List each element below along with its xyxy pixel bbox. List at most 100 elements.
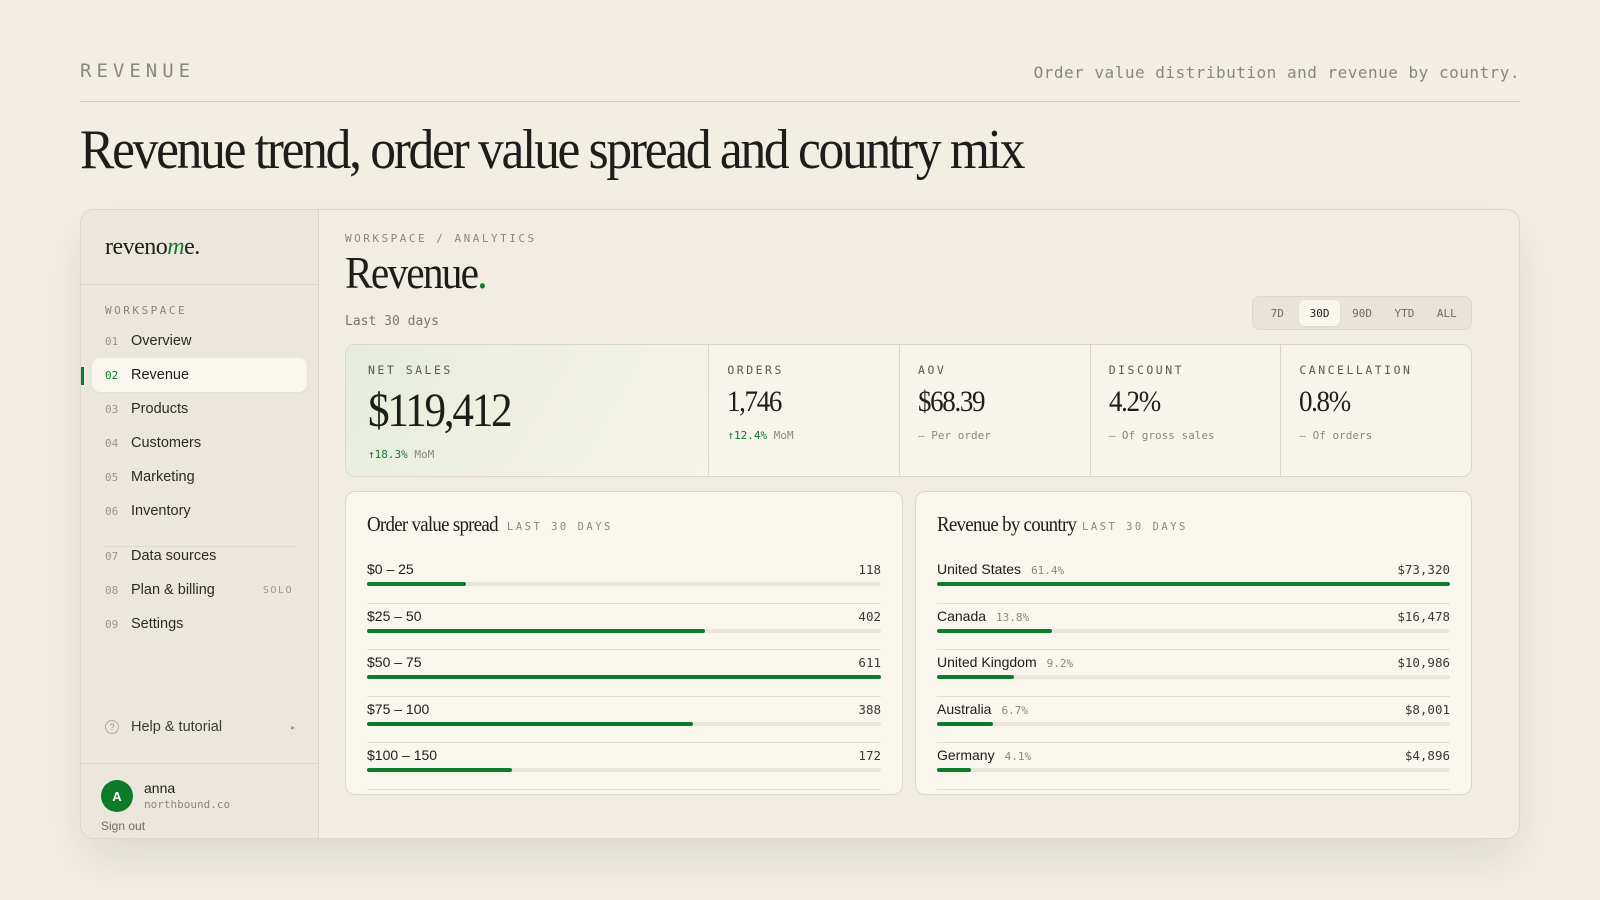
nav-item-label: Plan & billing: [131, 582, 215, 598]
bar-track: [367, 768, 881, 772]
kpi-value: 1,746: [727, 385, 782, 418]
bucket-label: $100 – 150: [367, 747, 438, 763]
country-label: Australia 6.7%: [937, 701, 1028, 717]
nav-item-number: 08: [105, 583, 119, 597]
range-7d-button[interactable]: 7D: [1257, 300, 1297, 326]
bar-track: [937, 768, 1450, 772]
bucket-label: $75 – 100: [367, 700, 430, 717]
kpi-net-sales: NET SALES $119,412 ↑18.3% MoM: [346, 345, 709, 476]
nav-item-label: Data sources: [131, 548, 217, 564]
bucket-count: 402: [858, 608, 881, 624]
nav-item-label: Marketing: [131, 469, 195, 485]
active-nav-indicator: [81, 367, 84, 385]
sidebar-item-plan-billing[interactable]: 08 Plan & billing SOLO: [92, 573, 307, 607]
sidebar-item-inventory[interactable]: 06 Inventory: [92, 494, 307, 528]
bar-fill: [937, 721, 993, 726]
kpi-value: $119,412: [368, 384, 513, 437]
help-tutorial-link[interactable]: ? Help & tutorial ▸: [105, 719, 295, 735]
country-row: Canada 13.8% $16,478: [937, 604, 1450, 650]
app-logo[interactable]: revenome.: [105, 234, 200, 261]
sign-out-link[interactable]: Sign out: [101, 819, 145, 833]
avatar[interactable]: A: [101, 780, 133, 812]
order-value-row: $75 – 100 388: [367, 697, 881, 743]
country-name: Australia: [937, 700, 992, 717]
sidebar-item-marketing[interactable]: 05 Marketing: [92, 460, 307, 494]
card-title: Revenue by country: [937, 512, 1077, 536]
chevron-right-icon: ▸: [290, 722, 295, 732]
nav-item-number: 01: [105, 334, 119, 348]
page-title: Revenue.: [345, 247, 488, 298]
nav-item-number: 02: [105, 368, 119, 382]
country-revenue: $73,320: [1397, 562, 1450, 577]
range-30d-button[interactable]: 30D: [1299, 300, 1340, 326]
bucket-label: $50 – 75: [367, 654, 422, 670]
kpi-note: — Per order: [918, 429, 1090, 442]
bar-track: [937, 582, 1450, 586]
country-row: Australia 6.7% $8,001: [937, 697, 1450, 743]
kpi-cancellation: CANCELLATION 0.8% — Of orders: [1280, 345, 1471, 476]
nav-item-label: Overview: [131, 333, 192, 349]
kpi-delta: ↑12.4%: [727, 429, 768, 442]
country-revenue: $16,478: [1397, 608, 1450, 624]
country-label: Canada 13.8%: [937, 608, 1029, 624]
sidebar-item-revenue[interactable]: 02 Revenue: [92, 358, 307, 392]
bar-fill: [937, 628, 1053, 633]
bar-fill: [937, 768, 972, 772]
country-name: United Kingdom: [937, 654, 1037, 670]
country-row: Germany 4.1% $4,896: [937, 743, 1450, 790]
order-value-row: $0 – 25 118: [367, 557, 881, 604]
breadcrumb: WORKSPACE / ANALYTICS: [345, 232, 537, 245]
header-divider: [80, 101, 1520, 102]
order-value-card: Order value spread LAST 30 DAYS $0 – 25 1…: [345, 491, 903, 795]
country-share: 9.2%: [1046, 657, 1074, 670]
page-headline: Revenue trend, order value spread and co…: [80, 119, 1025, 181]
nav-item-number: 04: [105, 436, 119, 450]
user-name: anna: [144, 780, 176, 796]
app-window: revenome. WORKSPACE 01 Overview 02 Revenue 0…: [80, 209, 1520, 839]
sidebar-item-overview[interactable]: 01 Overview: [92, 324, 307, 358]
kpi-note: ↑18.3% MoM: [368, 448, 708, 461]
help-icon: ?: [105, 720, 119, 734]
sidebar-item-products[interactable]: 03 Products: [92, 392, 307, 426]
sidebar-item-settings[interactable]: 09 Settings: [92, 607, 307, 641]
kpi-note: — Of orders: [1299, 429, 1471, 442]
sidebar-item-customers[interactable]: 04 Customers: [92, 426, 307, 460]
bucket-count: 611: [858, 655, 881, 670]
range-all-button[interactable]: ALL: [1427, 300, 1467, 326]
nav-item-number: 09: [105, 617, 119, 631]
bar-fill: [367, 675, 881, 679]
nav-item-number: 03: [105, 402, 119, 416]
bar-track: [937, 628, 1450, 633]
country-row: United Kingdom 9.2% $10,986: [937, 650, 1450, 697]
kpi-value: $68.39: [918, 385, 985, 418]
country-revenue: $4,896: [1404, 748, 1450, 763]
card-title: Order value spread: [367, 512, 499, 536]
bar-track: [367, 675, 881, 679]
order-value-row: $100 – 150 172: [367, 743, 881, 790]
card-period-tag: LAST 30 DAYS: [507, 521, 613, 533]
bar-fill: [937, 675, 1014, 679]
range-ytd-button[interactable]: YTD: [1384, 300, 1424, 326]
bar-fill: [367, 628, 706, 633]
range-90d-button[interactable]: 90D: [1342, 300, 1382, 326]
nav-item-label: Customers: [131, 435, 202, 451]
user-org: northbound.co: [144, 798, 231, 811]
bucket-count: 172: [858, 748, 881, 763]
bar-fill: [367, 582, 467, 586]
country-row: United States 61.4% $73,320: [937, 557, 1450, 604]
kpi-discount: DISCOUNT 4.2% — Of gross sales: [1089, 345, 1281, 476]
order-value-row: $50 – 75 611: [367, 650, 881, 697]
kpi-note-text: — Of orders: [1299, 429, 1373, 442]
kpi-label: DISCOUNT: [1108, 363, 1185, 377]
bucket-count: 118: [858, 562, 881, 577]
country-name: United States: [937, 561, 1022, 577]
sidebar-item-data-sources[interactable]: 07 Data sources: [92, 539, 307, 573]
order-value-row: $25 – 50 402: [367, 604, 881, 650]
country-revenue: $8,001: [1404, 701, 1450, 717]
country-share: 6.7%: [1001, 703, 1028, 717]
bucket-label: $0 – 25: [367, 561, 414, 577]
section-kicker: REVENUE: [80, 60, 196, 82]
country-rows: United States 61.4% $73,320 Canada 13.8% $16,…: [937, 557, 1450, 790]
country-revenue-card: Revenue by country LAST 30 DAYS United S…: [915, 491, 1472, 795]
kpi-label: CANCELLATION: [1299, 363, 1413, 377]
